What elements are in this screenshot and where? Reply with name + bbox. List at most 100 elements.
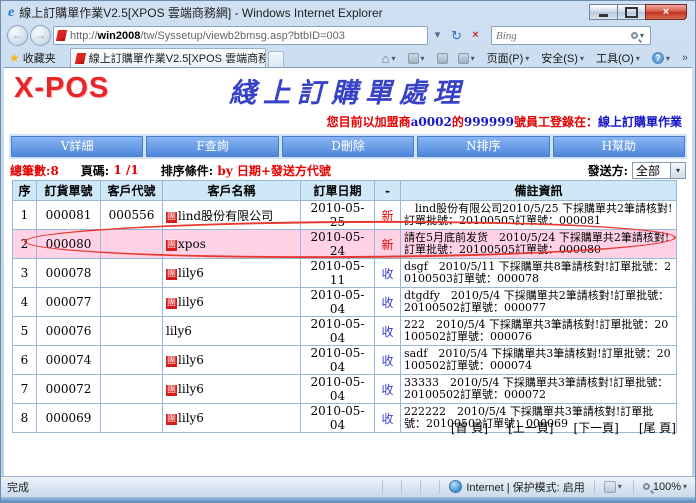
order-no-cell: 000080 bbox=[37, 230, 101, 259]
zoom-level[interactable]: 100% bbox=[653, 481, 681, 493]
home-dropdown-icon: ▾ bbox=[390, 54, 398, 63]
customer-code-cell bbox=[101, 404, 163, 433]
status-cell: 收 bbox=[375, 259, 401, 288]
compatibility-view-icon[interactable] bbox=[604, 481, 616, 493]
favorites-button[interactable]: ★ 收藏夹 bbox=[3, 49, 62, 67]
remark-cell: 請在5月底前发货 2010/5/24 下採購單共2筆請核對!訂單批號：20100… bbox=[401, 230, 677, 259]
security-menu-button[interactable]: 安全(S) ▾ bbox=[536, 49, 591, 67]
list-info-bar: 總筆數:8 頁碼: 1 /1 排序條件: by 日期+發送方代號 發送方: 全部… bbox=[10, 161, 686, 179]
detail-button[interactable]: V詳細 bbox=[11, 136, 143, 157]
status-cell: 收 bbox=[375, 317, 401, 346]
browser-tab[interactable]: 線上訂購單作業V2.5[XPOS 雲端商務網] bbox=[70, 48, 266, 67]
order-row-1[interactable]: 1000081000556團lind股份有限公司2010-05-25新 lind… bbox=[13, 201, 677, 230]
sort-button[interactable]: N排序 bbox=[417, 136, 549, 157]
order-date-cell: 2010-05-04 bbox=[301, 288, 375, 317]
customer-name-cell: 團lind股份有限公司 bbox=[163, 201, 301, 230]
search-input[interactable] bbox=[496, 30, 631, 42]
remark-cell: dtgdfy 2010/5/4 下採購單共2筆請核對!訂單批號：20100502… bbox=[401, 288, 677, 317]
order-row-4[interactable]: 4000077團lily62010-05-04收dtgdfy 2010/5/4 … bbox=[13, 288, 677, 317]
status-cell: 新 bbox=[375, 230, 401, 259]
seq-cell: 3 bbox=[13, 259, 37, 288]
group-buy-icon: 團 bbox=[166, 385, 177, 396]
compat-dropdown-icon[interactable]: ▾ bbox=[616, 482, 624, 491]
close-button[interactable]: × bbox=[645, 4, 687, 20]
column-header: 客戶名稱 bbox=[163, 181, 301, 201]
seq-cell: 7 bbox=[13, 375, 37, 404]
internet-zone-icon bbox=[449, 480, 462, 493]
order-date-cell: 2010-05-11 bbox=[301, 259, 375, 288]
order-no-cell: 000078 bbox=[37, 259, 101, 288]
read-mail-button[interactable] bbox=[432, 49, 453, 67]
order-date-cell: 2010-05-04 bbox=[301, 346, 375, 375]
order-date-cell: 2010-05-04 bbox=[301, 404, 375, 433]
search-icon[interactable] bbox=[631, 32, 638, 39]
remark-cell: 222 2010/5/4 下採購單共3筆請核對!訂單批號：20100502訂單號… bbox=[401, 317, 677, 346]
tab-title: 線上訂購單作業V2.5[XPOS 雲端商務網] bbox=[89, 50, 266, 66]
remark-cell: 33333 2010/5/4 下採購單共3筆請核對!訂單批號：20100502訂… bbox=[401, 375, 677, 404]
search-box[interactable]: ▾ bbox=[491, 26, 651, 45]
column-header: 序 bbox=[13, 181, 37, 201]
site-favicon bbox=[56, 30, 67, 41]
refresh-icon[interactable]: ↻ bbox=[447, 26, 466, 45]
column-header: 備註資訊 bbox=[401, 181, 677, 201]
title-bar: e 線上訂購單作業V2.5[XPOS 雲端商務網] - Windows Inte… bbox=[1, 1, 695, 24]
print-button[interactable]: ▾ bbox=[453, 49, 482, 67]
query-button[interactable]: F查詢 bbox=[146, 136, 278, 157]
customer-name-cell: 團lily6 bbox=[163, 259, 301, 288]
group-buy-icon: 團 bbox=[166, 269, 177, 280]
seq-cell: 8 bbox=[13, 404, 37, 433]
forward-button[interactable]: → bbox=[30, 25, 51, 46]
customer-name-cell: lily6 bbox=[163, 317, 301, 346]
overflow-chevron-icon[interactable]: » bbox=[677, 49, 693, 67]
order-no-cell: 000077 bbox=[37, 288, 101, 317]
address-bar[interactable]: http://win2008/tw/Syssetup/viewb2bmsg.as… bbox=[53, 26, 428, 45]
home-button[interactable]: ⌂ ▾ bbox=[377, 49, 403, 67]
order-row-5[interactable]: 5000076lily62010-05-04收222 2010/5/4 下採購單… bbox=[13, 317, 677, 346]
maximize-button[interactable] bbox=[617, 4, 645, 20]
customer-name-cell: 團lily6 bbox=[163, 346, 301, 375]
sender-filter-select[interactable]: 全部 ▾ bbox=[632, 162, 686, 179]
group-buy-icon: 團 bbox=[166, 414, 177, 425]
group-buy-icon: 團 bbox=[166, 240, 177, 251]
sort-label: 排序條件: bbox=[161, 162, 213, 179]
order-row-3[interactable]: 3000078團lily62010-05-11收dsgf 2010/5/11 下… bbox=[13, 259, 677, 288]
status-cell: 收 bbox=[375, 346, 401, 375]
pagination: [首 頁] [上一頁] [下一頁] [尾 頁] bbox=[431, 419, 676, 436]
column-header: 訂貨單號 bbox=[37, 181, 101, 201]
feeds-button[interactable]: ▾ bbox=[403, 49, 432, 67]
page-number-value: 1 /1 bbox=[113, 163, 138, 177]
help-button[interactable]: ? ▾ bbox=[647, 49, 677, 67]
order-row-6[interactable]: 6000074團lily62010-05-04收sadf 2010/5/4 下採… bbox=[13, 346, 677, 375]
sender-dropdown-icon[interactable]: ▾ bbox=[670, 163, 685, 178]
stop-icon[interactable]: × bbox=[466, 26, 485, 45]
page-menu-button[interactable]: 页面(P) ▾ bbox=[482, 49, 537, 67]
action-toolbar: V詳細F查詢D刪除N排序H幫助 bbox=[9, 134, 687, 159]
zoom-dropdown-icon[interactable]: ▾ bbox=[681, 482, 689, 491]
next-page-link[interactable]: [下一頁] bbox=[573, 421, 618, 435]
last-page-link[interactable]: [尾 頁] bbox=[639, 421, 676, 435]
url-text: http://win2008/tw/Syssetup/viewb2bmsg.as… bbox=[70, 30, 345, 42]
remark-cell: sadf 2010/5/4 下採購單共3筆請核對!訂單批號：20100502訂單… bbox=[401, 346, 677, 375]
customer-code-cell bbox=[101, 317, 163, 346]
customer-code-cell: 000556 bbox=[101, 201, 163, 230]
first-page-link[interactable]: [首 頁] bbox=[451, 421, 488, 435]
zoom-icon[interactable] bbox=[643, 483, 650, 490]
order-row-2[interactable]: 2000080團xpos2010-05-24新請在5月底前发货 2010/5/2… bbox=[13, 230, 677, 259]
order-row-7[interactable]: 7000072團lily62010-05-04收33333 2010/5/4 下… bbox=[13, 375, 677, 404]
delete-button[interactable]: D刪除 bbox=[282, 136, 414, 157]
new-tab-button[interactable] bbox=[268, 51, 284, 67]
address-dropdown-icon[interactable]: ▾ bbox=[428, 26, 447, 45]
print-icon bbox=[458, 53, 469, 64]
help-button[interactable]: H幫助 bbox=[553, 136, 685, 157]
order-date-cell: 2010-05-04 bbox=[301, 375, 375, 404]
tools-menu-button[interactable]: 工具(O) ▾ bbox=[591, 49, 647, 67]
status-cell: 新 bbox=[375, 201, 401, 230]
help-icon: ? bbox=[652, 52, 664, 64]
column-header: 訂單日期 bbox=[301, 181, 375, 201]
group-buy-icon: 團 bbox=[166, 298, 177, 309]
minimize-button[interactable] bbox=[589, 4, 617, 20]
order-no-cell: 000069 bbox=[37, 404, 101, 433]
prev-page-link[interactable]: [上一頁] bbox=[508, 421, 553, 435]
page-dropdown-icon: ▾ bbox=[523, 54, 531, 63]
back-button[interactable]: ← bbox=[7, 25, 28, 46]
